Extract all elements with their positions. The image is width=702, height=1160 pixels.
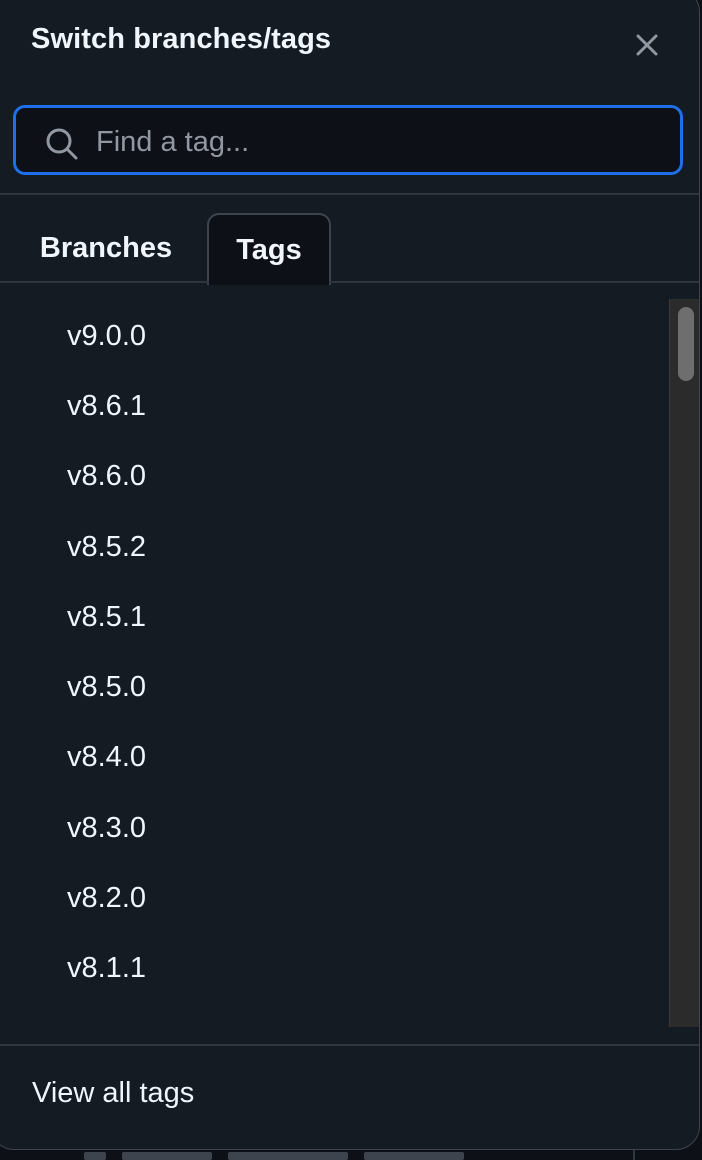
list-item[interactable]: v8.1.1 [0,934,669,1004]
close-button[interactable] [627,25,667,65]
footer-divider [0,1044,699,1046]
search-field[interactable] [13,105,683,175]
tag-list: v9.0.0 v8.6.1 v8.6.0 v8.5.2 v8.5.1 v8.5.… [0,301,669,1027]
tab-tags-underlap [209,281,329,283]
tabs-divider [0,281,699,283]
tab-tags[interactable]: Tags [207,213,331,285]
list-item[interactable]: v8.2.0 [0,863,669,933]
search-input[interactable] [94,116,658,168]
list-item[interactable]: v8.5.2 [0,512,669,582]
branch-tag-switcher-panel: Switch branches/tags Branches Tags v9.0.… [0,0,700,1150]
close-icon [636,34,658,56]
list-item[interactable]: v8.4.0 [0,723,669,793]
list-item[interactable]: v8.5.0 [0,652,669,722]
search-icon [46,128,78,160]
list-item[interactable]: v8.3.0 [0,793,669,863]
header-divider [0,193,699,195]
view-all-tags-link[interactable]: View all tags [32,1077,194,1110]
list-item[interactable]: v8.5.1 [0,582,669,652]
panel-title: Switch branches/tags [31,23,332,55]
tab-bar: Branches Tags [0,213,699,285]
panel-header: Switch branches/tags [0,1,699,81]
scrollbar-thumb[interactable] [678,307,694,381]
tab-branches[interactable]: Branches [31,213,181,283]
list-item[interactable]: v8.6.0 [0,442,669,512]
background-content [84,1152,564,1160]
list-scrollbar[interactable] [669,299,699,1027]
list-item[interactable]: v8.6.1 [0,371,669,441]
list-item[interactable]: v9.0.0 [0,301,669,371]
